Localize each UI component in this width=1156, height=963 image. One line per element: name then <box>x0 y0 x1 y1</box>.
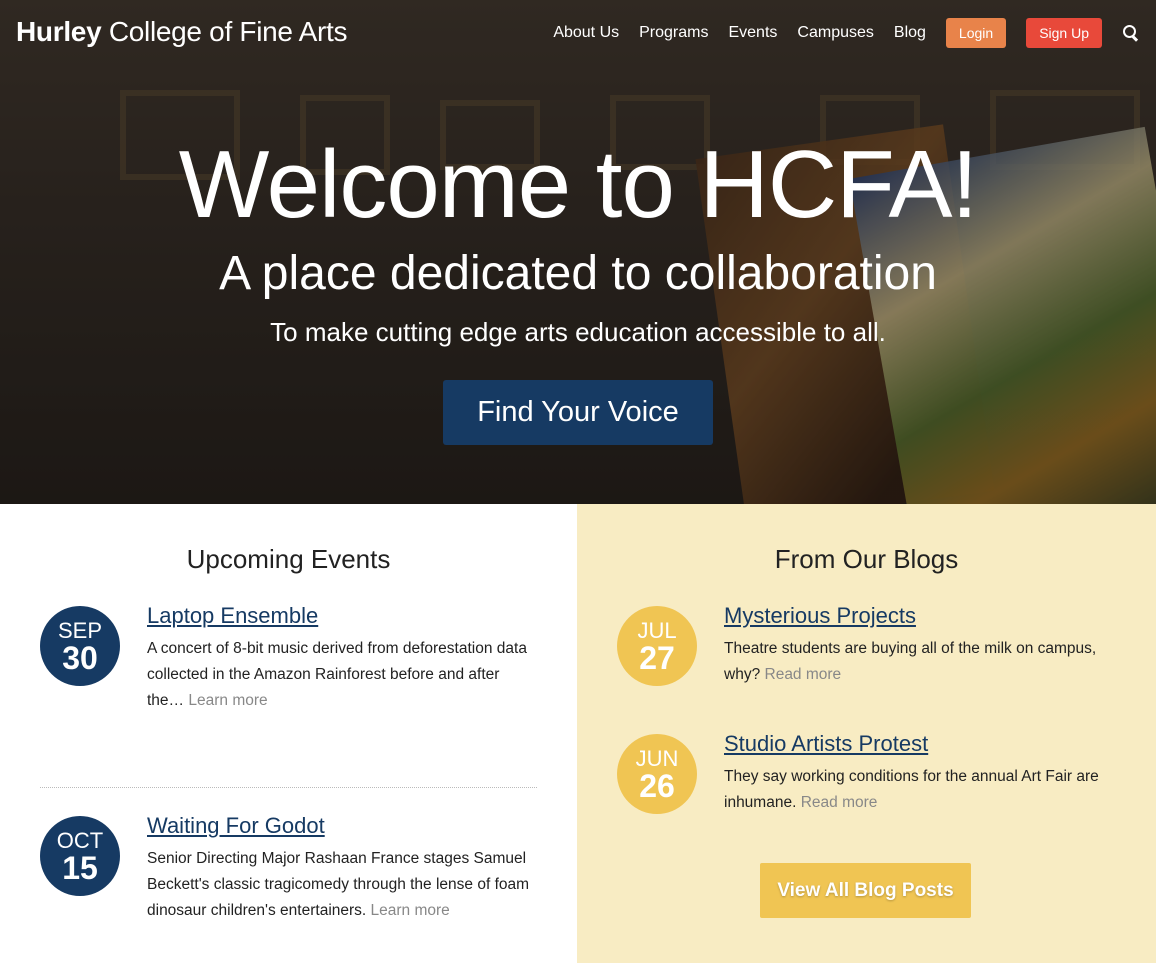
blog-date-badge: JUN 26 <box>617 734 697 814</box>
blog-date-badge: JUL 27 <box>617 606 697 686</box>
event-month: OCT <box>56 828 104 853</box>
event-item: SEP 30 Laptop Ensemble A concert of 8-bi… <box>40 603 537 766</box>
event-month: SEP <box>57 618 103 643</box>
blog-title-link[interactable]: Mysterious Projects <box>724 603 916 629</box>
event-description-text: Senior Directing Major Rashaan France st… <box>147 850 530 919</box>
nav-campuses[interactable]: Campuses <box>797 24 873 42</box>
blog-month: JUN <box>635 746 679 771</box>
divider <box>40 787 537 788</box>
blog-section: From Our Blogs JUL 27 Mysterious Project… <box>577 504 1156 963</box>
blog-item: JUN 26 Studio Artists Protest They say w… <box>617 731 1119 834</box>
blog-heading: From Our Blogs <box>774 544 959 574</box>
brand-name-light: College of Fine Arts <box>108 16 348 47</box>
event-description: A concert of 8-bit music derived from de… <box>147 636 537 714</box>
hero-title: Welcome to HCFA! <box>178 131 978 238</box>
search-icon[interactable] <box>1122 24 1140 42</box>
blog-item: JUL 27 Mysterious Projects Theatre stude… <box>617 603 1119 706</box>
nav-links: About Us Programs Events Campuses Blog L… <box>533 18 1140 48</box>
site-logo[interactable]: Hurley College of Fine Arts <box>16 16 348 48</box>
login-button[interactable]: Login <box>945 18 1007 48</box>
event-description: Senior Directing Major Rashaan France st… <box>147 846 542 924</box>
sign-up-button[interactable]: Sign Up <box>1026 18 1102 48</box>
nav-programs[interactable]: Programs <box>639 24 708 42</box>
event-date-badge: OCT 15 <box>40 816 120 896</box>
top-navbar: Hurley College of Fine Arts About Us Pro… <box>0 0 1156 68</box>
upcoming-events-section: Upcoming Events SEP 30 Laptop Ensemble A… <box>0 504 577 963</box>
hero-banner: Hurley College of Fine Arts About Us Pro… <box>0 0 1156 504</box>
blog-description-text: They say working conditions for the annu… <box>724 768 1099 811</box>
blog-description: They say working conditions for the annu… <box>724 764 1119 816</box>
events-heading: Upcoming Events <box>186 544 391 574</box>
view-all-blog-posts-button[interactable]: View All Blog Posts <box>760 863 971 918</box>
read-more-link[interactable]: Read more <box>801 794 878 811</box>
blog-title-link[interactable]: Studio Artists Protest <box>724 731 928 757</box>
hero-content: Welcome to HCFA! A place dedicated to co… <box>0 130 1156 445</box>
nav-blog[interactable]: Blog <box>894 24 926 42</box>
blog-day: 26 <box>639 768 675 804</box>
hero-tagline: To make cutting edge arts education acce… <box>270 317 886 347</box>
find-your-voice-button[interactable]: Find Your Voice <box>443 380 713 445</box>
brand-name-bold: Hurley <box>16 16 102 47</box>
event-title-link[interactable]: Waiting For Godot <box>147 813 325 839</box>
nav-about-us[interactable]: About Us <box>553 24 619 42</box>
learn-more-link[interactable]: Learn more <box>371 902 450 919</box>
read-more-link[interactable]: Read more <box>765 666 842 683</box>
event-date-badge: SEP 30 <box>40 606 120 686</box>
event-title-link[interactable]: Laptop Ensemble <box>147 603 318 629</box>
event-day: 30 <box>62 640 98 676</box>
nav-events[interactable]: Events <box>728 24 777 42</box>
event-item: OCT 15 Waiting For Godot Senior Directin… <box>40 813 537 946</box>
learn-more-link[interactable]: Learn more <box>188 692 267 709</box>
blog-description: Theatre students are buying all of the m… <box>724 636 1119 688</box>
blog-day: 27 <box>639 640 675 676</box>
event-day: 15 <box>62 850 98 886</box>
blog-month: JUL <box>637 618 677 643</box>
hero-subtitle: A place dedicated to collaboration <box>219 247 937 300</box>
